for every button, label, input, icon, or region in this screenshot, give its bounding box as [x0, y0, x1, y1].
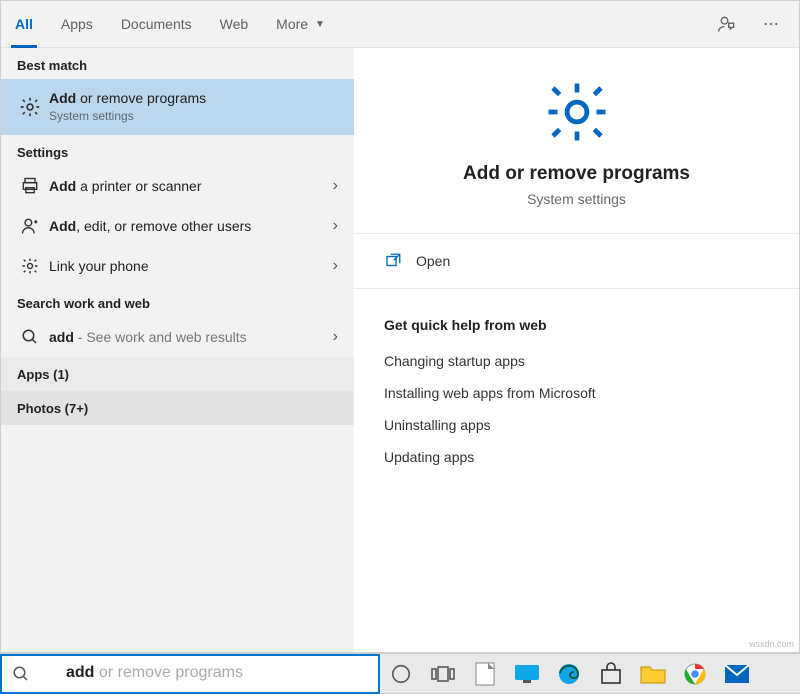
watermark: wsxdn.com — [749, 639, 794, 649]
preview-pane: Add or remove programs System settings O… — [354, 48, 799, 652]
open-label: Open — [416, 253, 450, 269]
taskbar-app-store[interactable] — [590, 654, 632, 694]
header-best-match: Best match — [1, 48, 354, 79]
result-add-users[interactable]: Add, edit, or remove other users › — [1, 206, 354, 246]
preview-title: Add or remove programs — [374, 163, 779, 185]
search-input[interactable] — [40, 664, 368, 684]
preview-subtitle: System settings — [374, 191, 779, 207]
start-search-panel: All Apps Documents Web More ▼ ⋯ Best mat… — [0, 0, 800, 653]
chevron-down-icon: ▼ — [315, 19, 325, 30]
result-link-phone[interactable]: Link your phone › — [1, 246, 354, 286]
category-apps[interactable]: Apps (1) — [1, 357, 354, 391]
chevron-right-icon: › — [329, 328, 342, 346]
header-search-work-web: Search work and web — [1, 286, 354, 317]
tab-all[interactable]: All — [1, 1, 47, 48]
filter-tabs: All Apps Documents Web More ▼ ⋯ — [1, 1, 799, 48]
gear-icon — [17, 96, 43, 118]
search-icon — [17, 328, 43, 346]
results-list: Best match Add or remove programs System… — [1, 48, 354, 652]
taskbar-search-box[interactable]: add or remove programs — [0, 654, 380, 694]
help-link-uninstalling[interactable]: Uninstalling apps — [354, 409, 799, 441]
gear-icon — [541, 76, 613, 148]
category-photos[interactable]: Photos (7+) — [1, 391, 354, 425]
taskbar-app-explorer[interactable] — [632, 654, 674, 694]
result-title-bold: Add — [49, 90, 76, 106]
result-search-web[interactable]: add - See work and web results › — [1, 317, 354, 357]
feedback-icon[interactable] — [717, 14, 753, 34]
taskbar-app-libreoffice[interactable] — [464, 654, 506, 694]
result-add-printer[interactable]: Add a printer or scanner › — [1, 166, 354, 206]
preview-hero: Add or remove programs System settings — [354, 48, 799, 234]
taskbar-app-edge[interactable] — [548, 654, 590, 694]
user-icon — [17, 216, 43, 236]
search-icon — [12, 665, 30, 683]
help-link-startup-apps[interactable]: Changing startup apps — [354, 345, 799, 377]
tab-apps[interactable]: Apps — [47, 1, 107, 48]
tab-more[interactable]: More ▼ — [262, 1, 339, 48]
cortana-icon[interactable] — [380, 654, 422, 694]
task-view-icon[interactable] — [422, 654, 464, 694]
open-command[interactable]: Open — [354, 234, 799, 289]
taskbar-app-chrome[interactable] — [674, 654, 716, 694]
chevron-right-icon: › — [329, 177, 342, 195]
header-settings: Settings — [1, 135, 354, 166]
result-subtitle: System settings — [49, 108, 342, 124]
gear-icon — [17, 256, 43, 276]
tab-more-label: More — [276, 16, 308, 32]
more-options-icon[interactable]: ⋯ — [753, 14, 789, 34]
chevron-right-icon: › — [329, 217, 342, 235]
taskbar-app-mail[interactable] — [716, 654, 758, 694]
help-header: Get quick help from web — [354, 289, 799, 345]
printer-icon — [17, 176, 43, 196]
help-link-install-web-apps[interactable]: Installing web apps from Microsoft — [354, 377, 799, 409]
tab-web[interactable]: Web — [206, 1, 263, 48]
taskbar: add or remove programs — [0, 653, 800, 693]
tab-documents[interactable]: Documents — [107, 1, 206, 48]
open-icon — [384, 252, 402, 270]
taskbar-app-desktop[interactable] — [506, 654, 548, 694]
help-link-updating[interactable]: Updating apps — [354, 441, 799, 473]
result-title-rest: or remove programs — [76, 90, 206, 106]
result-add-remove-programs[interactable]: Add or remove programs System settings — [1, 79, 354, 135]
chevron-right-icon: › — [329, 257, 342, 275]
